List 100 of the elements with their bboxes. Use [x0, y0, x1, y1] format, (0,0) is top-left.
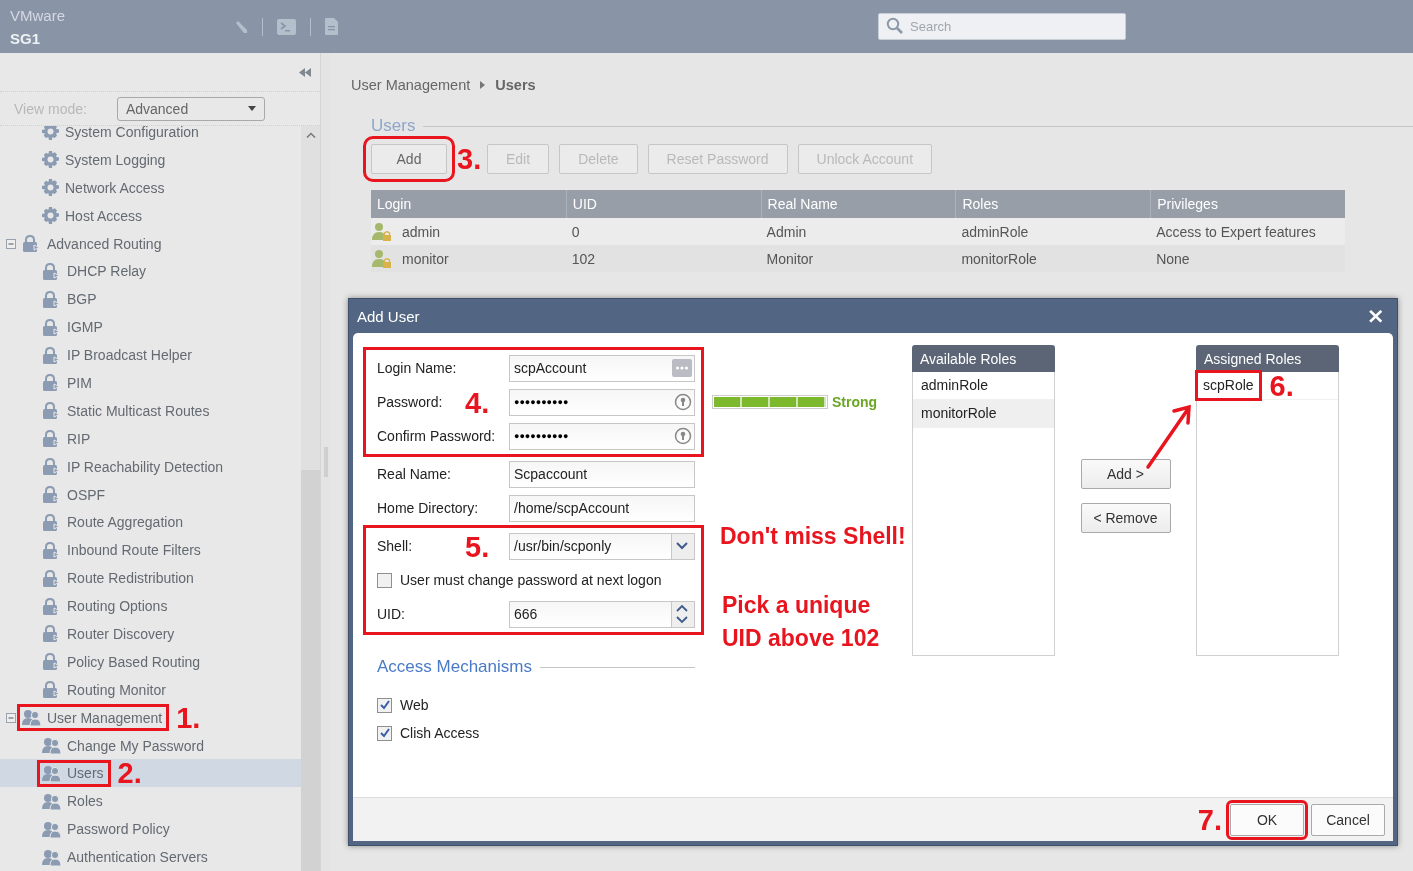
table-cell-text: Monitor: [765, 250, 815, 267]
tree-item[interactable]: Route Redistribution: [0, 564, 301, 593]
number-field[interactable]: 666: [509, 600, 695, 628]
tree-item[interactable]: IP Reachability Detection: [0, 452, 301, 481]
list-item[interactable]: scpRole: [1197, 372, 1260, 399]
column-header[interactable]: Privileges: [1150, 190, 1345, 218]
shell-dropdown[interactable]: /usr/bin/scponly: [509, 532, 695, 560]
tree-item[interactable]: IGMP: [0, 313, 301, 342]
field-label: Login Name:: [377, 360, 457, 376]
lock-icon: [42, 569, 61, 587]
lock-icon: [42, 374, 61, 392]
tree-item[interactable]: Network Access: [0, 173, 301, 202]
key-icon[interactable]: [674, 427, 692, 445]
gear-icon: [42, 126, 59, 141]
step-number: 1.: [176, 703, 201, 733]
key-icon[interactable]: [674, 393, 692, 411]
move-button[interactable]: < Remove: [1080, 503, 1171, 533]
column-header[interactable]: Real Name: [760, 190, 956, 218]
tree-item[interactable]: Authentication Servers: [0, 843, 301, 871]
checkbox-label[interactable]: User must change password at next logon: [400, 572, 662, 588]
tree-item[interactable]: RIP: [0, 424, 301, 453]
users-icon: [42, 764, 61, 782]
tree-item[interactable]: OSPF: [0, 480, 301, 509]
tree-item[interactable]: PIM: [0, 369, 301, 397]
user-lock-icon: [372, 221, 392, 242]
tree-item[interactable]: DHCP Relay: [0, 257, 301, 286]
lock-icon: [42, 402, 61, 420]
tree-item[interactable]: IP Broadcast Helper: [0, 341, 301, 369]
terminal-icon[interactable]: [277, 18, 296, 35]
scroll-up-icon[interactable]: [305, 132, 316, 138]
lock-icon: [42, 346, 61, 364]
checkbox-label[interactable]: Web: [400, 697, 429, 713]
search-field[interactable]: Search: [878, 13, 1126, 40]
tree-item[interactable]: Inbound Route Filters: [0, 536, 301, 565]
checkbox[interactable]: [377, 572, 392, 588]
lock-icon: [22, 235, 41, 252]
tree-item[interactable]: Advanced Routing: [0, 229, 301, 258]
input-field[interactable]: /home/scpAccount: [509, 494, 695, 522]
lock-icon: [42, 653, 61, 671]
tree-item[interactable]: User Management 1.: [0, 703, 301, 732]
gear-icon: [42, 207, 59, 225]
users-icon: [42, 737, 61, 755]
tree-item[interactable]: BGP: [0, 285, 301, 314]
users-icon: [42, 792, 61, 810]
table-cell-text: Admin: [765, 223, 808, 240]
chevron-down-icon[interactable]: [676, 542, 688, 550]
table-cell-text: 102: [570, 250, 597, 267]
tree-item[interactable]: Users 2.: [0, 759, 301, 788]
tree-item[interactable]: Route Aggregation: [0, 508, 301, 537]
collapse-toggle-icon[interactable]: [6, 712, 16, 723]
tree-item[interactable]: System Logging: [0, 145, 301, 174]
column-header[interactable]: Roles: [955, 190, 1151, 218]
tree-item[interactable]: Host Access: [0, 201, 301, 230]
move-button[interactable]: Add >: [1080, 459, 1171, 489]
tree-item[interactable]: Routing Monitor: [0, 675, 301, 704]
tree-item[interactable]: Routing Options: [0, 592, 301, 621]
step-number: 3.: [457, 144, 482, 174]
chevron-right-icon: [480, 81, 486, 89]
breadcrumb-current: Users: [495, 77, 536, 93]
tree-item[interactable]: Password Policy: [0, 815, 301, 844]
input-field[interactable]: scpAccount: [509, 354, 695, 382]
tree-item[interactable]: Static Multicast Routes: [0, 396, 301, 425]
spinner-arrows-icon[interactable]: [676, 603, 688, 625]
list-item[interactable]: monitorRole: [913, 400, 1054, 428]
more-icon[interactable]: [672, 359, 692, 377]
collapse-icon[interactable]: [299, 67, 311, 77]
scrollbar-thumb[interactable]: [301, 470, 320, 871]
checkbox[interactable]: [377, 725, 392, 741]
lock-icon: [42, 513, 61, 531]
close-button[interactable]: ×: [1362, 305, 1389, 327]
tree-item[interactable]: Roles: [0, 787, 301, 816]
brand-name: VMware: [10, 6, 66, 24]
gear-icon: [42, 179, 59, 197]
step-number: 5.: [465, 533, 490, 562]
document-icon[interactable]: [325, 18, 338, 35]
password-field[interactable]: ●●●●●●●●●●: [509, 388, 695, 416]
column-header[interactable]: UID: [565, 190, 761, 218]
tree-item[interactable]: System Configuration: [0, 126, 301, 146]
tree-item[interactable]: Policy Based Routing: [0, 647, 301, 676]
lock-icon: [42, 458, 61, 476]
scrollbar[interactable]: [301, 126, 320, 871]
view-mode-dropdown[interactable]: Advanced: [116, 96, 265, 121]
breadcrumb-link[interactable]: User Management: [351, 77, 471, 93]
column-header[interactable]: Login: [371, 190, 566, 218]
users-icon: [42, 820, 61, 838]
list-header: Assigned Roles: [1196, 345, 1339, 372]
table-cell-text: None: [1155, 250, 1191, 267]
checkbox-label[interactable]: Clish Access: [400, 725, 480, 741]
annotation-note: Pick a unique UID above 102: [722, 591, 881, 653]
tree-item[interactable]: Router Discovery: [0, 620, 301, 648]
input-field[interactable]: Scpaccount: [509, 460, 695, 488]
dialog-button[interactable]: Cancel: [1311, 803, 1385, 836]
collapse-toggle-icon[interactable]: [6, 238, 16, 249]
tree-item[interactable]: Change My Password: [0, 731, 301, 760]
checkbox[interactable]: [377, 697, 392, 713]
pencil-icon[interactable]: [234, 19, 248, 34]
table-cell: admin: [402, 223, 441, 240]
table-cell-text: Access to Expert features: [1155, 223, 1317, 240]
gear-icon: [42, 151, 59, 169]
password-field[interactable]: ●●●●●●●●●●: [509, 422, 695, 450]
